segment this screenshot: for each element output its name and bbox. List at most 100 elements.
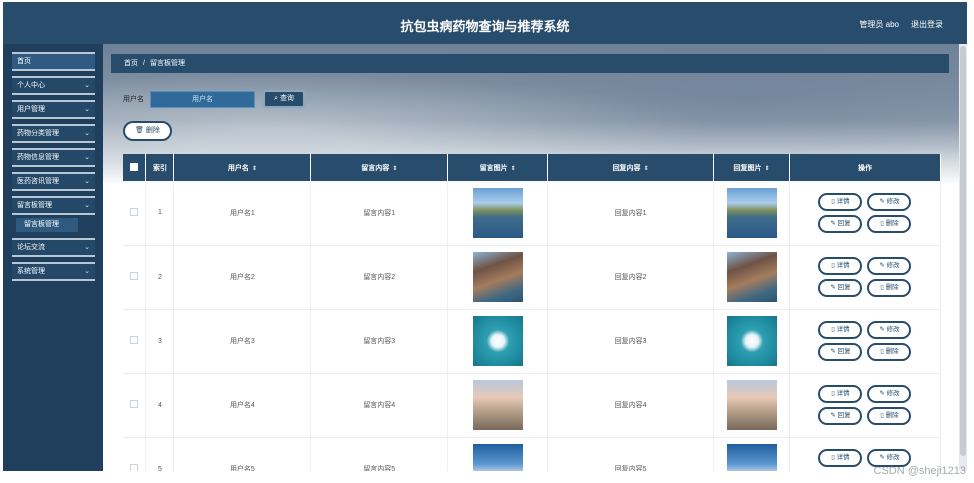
- detail-label: 详情: [836, 390, 850, 397]
- row-checkbox[interactable]: [130, 336, 139, 344]
- message-image[interactable]: [472, 187, 523, 238]
- sidebar-item-user-management[interactable]: 用户管理 ⌄: [12, 100, 95, 119]
- delete-button[interactable]: ▯ 删除: [867, 343, 912, 361]
- actions-cell: ▯ 详情 ✎ 修改 ✎ 回复 ▯ 删除: [789, 181, 942, 246]
- reply-image[interactable]: [726, 187, 777, 238]
- row-checkbox[interactable]: [130, 400, 139, 408]
- detail-button[interactable]: ▯ 详情: [818, 449, 863, 467]
- message-table: 索引 用户名 ⇕ 留言内容 ⇕ 留言图片 ⇕ 回复内容 ⇕ 回复图片 ⇕ 操作 1 用户名…: [123, 154, 942, 471]
- row-checkbox[interactable]: [130, 464, 139, 471]
- reply-button[interactable]: ✎ 回复: [818, 407, 863, 425]
- column-header[interactable]: 留言图片 ⇕: [447, 154, 549, 181]
- sidebar-item-label: 系统管理: [17, 268, 45, 275]
- scrollbar-thumb[interactable]: [960, 46, 966, 456]
- table-row: 5 用户名5 留言内容5 回复内容5 ▯ 详情 ✎ 修改 ✎ 回复 ▯ 删除: [123, 437, 942, 471]
- username-cell: 用户名4: [173, 373, 312, 438]
- reply-image[interactable]: [726, 380, 777, 430]
- sidebar-item-home[interactable]: 首页: [12, 52, 95, 71]
- chevron-down-icon: ⌄: [84, 202, 90, 209]
- detail-button[interactable]: ▯ 详情: [818, 385, 863, 403]
- main-content: 首页 / 留言板管理 用户名 用户名 ⌕ 查询 🗑 删除 索引 用户名 ⇕ 留言内容 ⇕…: [103, 44, 959, 471]
- sidebar-subitem-message-board[interactable]: 留言板管理: [16, 218, 78, 232]
- row-checkbox-cell: [123, 309, 147, 374]
- sidebar-item-label: 论坛交流: [17, 244, 45, 251]
- vertical-scrollbar[interactable]: [959, 44, 967, 471]
- sidebar-item-forum[interactable]: 论坛交流 ⌄: [12, 238, 95, 257]
- sort-icon[interactable]: ⇕: [252, 166, 257, 172]
- sidebar-item-medical-news[interactable]: 医药咨讯管理 ⌄: [12, 172, 95, 191]
- sidebar-item-label: 药物分类管理: [17, 130, 59, 137]
- delete-button[interactable]: ▯ 删除: [867, 279, 912, 297]
- delete-button[interactable]: ▯ 删除: [867, 407, 912, 425]
- column-header-label: 留言图片: [479, 164, 508, 172]
- row-checkbox-cell: [123, 437, 147, 471]
- message-image[interactable]: [472, 316, 523, 366]
- reply-button[interactable]: ✎ 回复: [818, 214, 863, 233]
- delete-button[interactable]: ▯ 删除: [867, 214, 912, 233]
- column-header[interactable]: 用户名 ⇕: [173, 154, 312, 181]
- detail-button[interactable]: ▯ 详情: [818, 321, 863, 339]
- message-image-cell: [447, 373, 549, 438]
- sidebar: 首页 个人中心 ⌄ 用户管理 ⌄ 药物分类管理 ⌄ 药物信息管理 ⌄ 医药咨讯管理 ⌄ 留…: [3, 44, 103, 471]
- column-header-label: 用户名: [227, 164, 249, 172]
- sidebar-item-drug-category[interactable]: 药物分类管理 ⌄: [12, 124, 95, 143]
- column-header[interactable]: 留言内容 ⇕: [310, 154, 449, 181]
- detail-button[interactable]: ▯ 详情: [818, 257, 863, 275]
- reply-image[interactable]: [726, 252, 777, 302]
- current-user-label: 管理员 abo: [859, 20, 899, 29]
- reply-cell: 回复内容1: [547, 181, 715, 246]
- reply-button[interactable]: ✎ 回复: [818, 279, 863, 297]
- message-image[interactable]: [472, 444, 523, 471]
- message-cell: 留言内容1: [310, 181, 449, 246]
- message-image-cell: [447, 181, 549, 246]
- trash-icon: ▯: [880, 284, 884, 291]
- detail-label: 详情: [836, 454, 850, 461]
- select-all-checkbox[interactable]: [130, 162, 139, 171]
- message-image[interactable]: [472, 252, 523, 302]
- sort-icon[interactable]: ⇕: [764, 166, 769, 172]
- document-icon: ▯: [831, 326, 835, 333]
- sort-icon[interactable]: ⇕: [644, 166, 649, 172]
- reply-image[interactable]: [726, 444, 777, 471]
- reply-label: 回复: [837, 348, 851, 355]
- top-right-links: 管理员 abo 退出登录: [859, 19, 943, 30]
- edit-button[interactable]: ✎ 修改: [867, 385, 912, 403]
- table-row: 2 用户名2 留言内容2 回复内容2 ▯ 详情 ✎ 修改 ✎ 回复 ▯ 删除: [123, 245, 942, 310]
- reply-image-cell: [713, 373, 790, 438]
- row-checkbox[interactable]: [130, 272, 139, 280]
- index-cell: 3: [145, 309, 175, 374]
- detail-label: 详情: [836, 197, 850, 205]
- sidebar-item-message-board[interactable]: 留言板管理 ⌄: [12, 196, 95, 215]
- sidebar-item-personal-center[interactable]: 个人中心 ⌄: [12, 76, 95, 95]
- chevron-down-icon: ⌄: [84, 154, 90, 161]
- search-button[interactable]: ⌕ 查询: [263, 90, 305, 108]
- logout-link[interactable]: 退出登录: [911, 19, 943, 30]
- batch-delete-button[interactable]: 🗑 删除: [123, 121, 172, 141]
- reply-label: 回复: [837, 284, 851, 291]
- sidebar-item-system[interactable]: 系统管理 ⌄: [12, 262, 95, 281]
- edit-button[interactable]: ✎ 修改: [867, 192, 912, 211]
- delete-label: 删除: [885, 219, 899, 227]
- reply-image[interactable]: [726, 316, 777, 366]
- delete-label: 删除: [885, 348, 899, 355]
- edit-button[interactable]: ✎ 修改: [867, 321, 912, 339]
- username-cell: 用户名5: [173, 437, 312, 471]
- sort-icon[interactable]: ⇕: [511, 166, 516, 172]
- detail-button[interactable]: ▯ 详情: [818, 192, 863, 211]
- edit-icon: ✎: [879, 197, 885, 205]
- column-header[interactable]: 回复内容 ⇕: [547, 154, 715, 181]
- sort-icon[interactable]: ⇕: [392, 166, 397, 172]
- row-checkbox[interactable]: [130, 207, 139, 216]
- edit-button[interactable]: ✎ 修改: [867, 257, 912, 275]
- index-cell: 2: [145, 245, 175, 310]
- trash-icon: ▯: [880, 348, 884, 355]
- reply-cell: 回复内容2: [547, 245, 715, 310]
- column-header[interactable]: 回复图片 ⇕: [713, 154, 790, 181]
- column-header-label: 索引: [152, 164, 167, 172]
- edit-icon: ✎: [830, 284, 836, 291]
- breadcrumb-home[interactable]: 首页: [124, 60, 138, 67]
- reply-button[interactable]: ✎ 回复: [818, 343, 863, 361]
- search-input[interactable]: 用户名: [150, 90, 255, 108]
- message-image[interactable]: [472, 380, 523, 430]
- sidebar-item-drug-info[interactable]: 药物信息管理 ⌄: [12, 148, 95, 167]
